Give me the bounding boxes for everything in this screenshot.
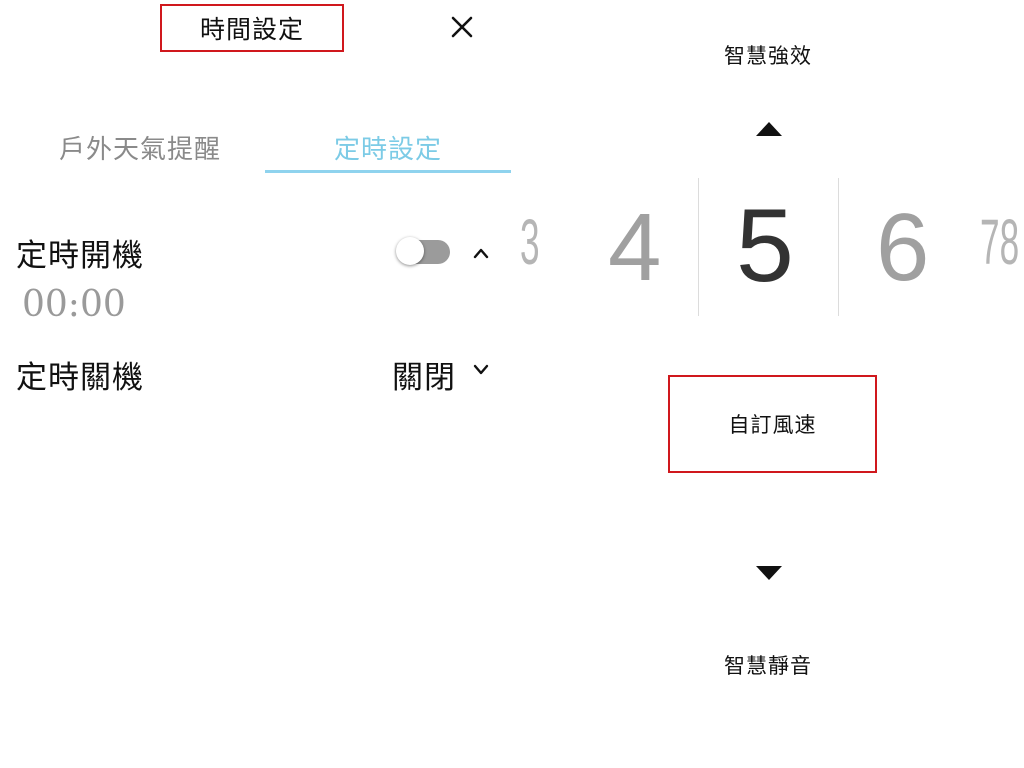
tab-label: 戶外天氣提醒 xyxy=(58,134,221,165)
header-title-box: 時間設定 xyxy=(160,4,344,52)
tab-timer-settings[interactable]: 定時設定 xyxy=(265,128,511,166)
app-screen: 時間設定 戶外天氣提醒 定時設定 定時開機 00:00 定時關機 關閉 智慧強效 xyxy=(0,0,1024,768)
fan-speed-picker[interactable]: 3 4 5 6 78 xyxy=(520,178,1020,316)
timer-power-on-label: 定時開機 xyxy=(16,238,144,274)
speed-option[interactable]: 3 xyxy=(520,210,540,274)
triangle-down-icon xyxy=(756,566,782,580)
mode-option-custom-speed[interactable]: 自訂風速 xyxy=(668,375,877,473)
speed-option[interactable]: 6 xyxy=(876,200,929,296)
chevron-up-icon xyxy=(473,248,489,259)
speed-option[interactable]: 78 xyxy=(980,210,1019,274)
expand-power-off-button[interactable] xyxy=(472,360,490,378)
picker-divider xyxy=(838,178,839,316)
picker-divider xyxy=(698,178,699,316)
mode-down-button[interactable] xyxy=(755,564,783,582)
mode-option-smart-silent[interactable]: 智慧靜音 xyxy=(668,650,868,680)
timer-power-off-label: 定時關機 xyxy=(16,360,144,396)
timer-power-on-time[interactable]: 00:00 xyxy=(22,284,126,325)
toggle-knob xyxy=(396,237,424,265)
chevron-down-icon xyxy=(473,364,489,375)
timer-power-off-value[interactable]: 關閉 xyxy=(392,352,456,397)
tab-label: 定時設定 xyxy=(333,134,442,165)
page-title: 時間設定 xyxy=(199,15,304,44)
active-tab-indicator xyxy=(265,170,511,173)
mode-option-label: 自訂風速 xyxy=(728,413,817,437)
speed-option[interactable]: 4 xyxy=(608,200,661,296)
timer-power-on-toggle[interactable] xyxy=(396,237,452,267)
mode-option-smart-strong[interactable]: 智慧強效 xyxy=(668,40,868,70)
tab-outdoor-weather-reminder[interactable]: 戶外天氣提醒 xyxy=(40,128,240,166)
triangle-up-icon xyxy=(756,122,782,136)
close-icon xyxy=(451,16,473,38)
collapse-power-on-button[interactable] xyxy=(472,244,490,262)
mode-up-button[interactable] xyxy=(755,120,783,138)
close-button[interactable] xyxy=(446,10,478,44)
speed-option-selected[interactable]: 5 xyxy=(736,194,794,298)
